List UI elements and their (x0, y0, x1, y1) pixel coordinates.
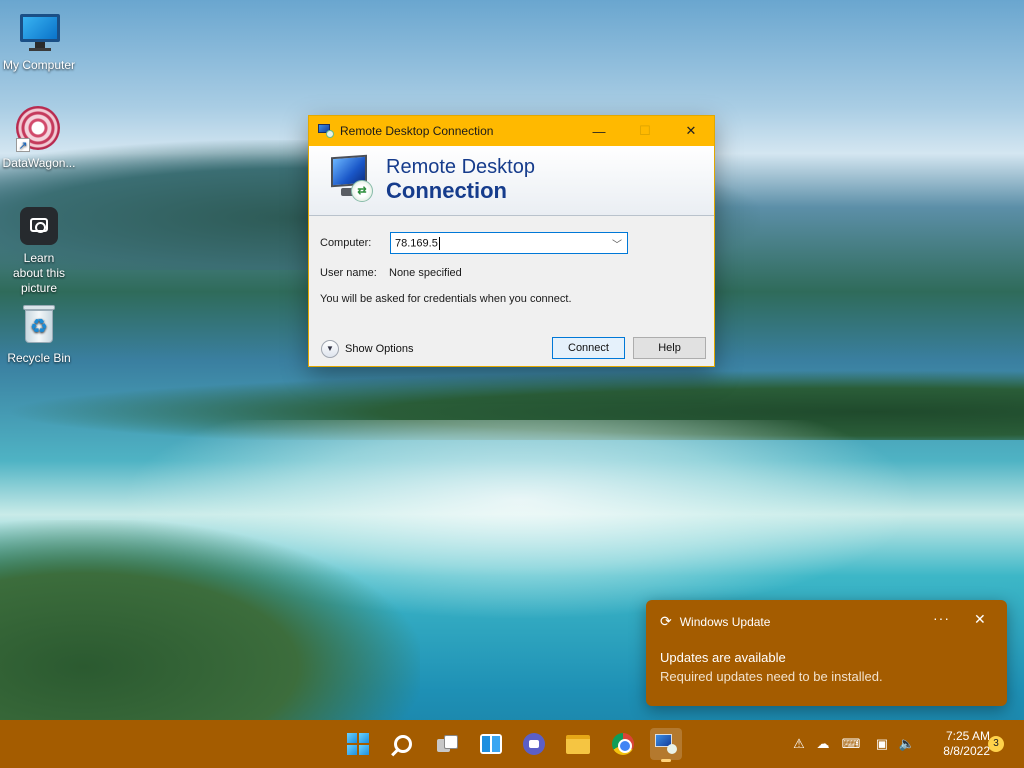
show-options-label: Show Options (345, 343, 414, 355)
remote-desktop-taskbar-button[interactable] (650, 728, 682, 762)
maximize-button: ☐ (622, 116, 668, 146)
clock-time: 7:25 AM (945, 729, 990, 743)
defender-warning-icon[interactable]: ⚠ (789, 734, 809, 754)
notification-close-icon[interactable]: ✕ (974, 611, 986, 628)
network-icon[interactable]: ▣ (872, 734, 892, 754)
file-explorer-button[interactable] (562, 728, 594, 760)
connect-button[interactable]: Connect (552, 337, 625, 359)
close-button[interactable]: ✕ (668, 116, 714, 146)
window-titlebar[interactable]: Remote Desktop Connection — ☐ ✕ (309, 116, 714, 146)
desktop-icon-label: Learn about this picture (12, 251, 66, 295)
shortcut-arrow-icon: ↗ (16, 138, 30, 152)
task-view-icon (437, 735, 459, 753)
window-banner: ⇄ Remote Desktop Connection (309, 146, 714, 216)
remote-desktop-app-icon (318, 124, 334, 138)
more-options-icon[interactable]: ··· (933, 610, 950, 626)
minimize-icon: — (592, 123, 606, 139)
task-view-button[interactable] (432, 728, 464, 760)
banner-title-line2: Connection (386, 178, 507, 203)
connection-form: Computer: 78.169.5 ﹀ User name: None spe… (309, 216, 714, 366)
chevron-down-icon[interactable]: ﹀ (607, 236, 627, 251)
remote-desktop-icon (655, 734, 677, 754)
desktop-icon-datawagon[interactable]: ↗ DataWagon... (1, 106, 77, 170)
computer-input[interactable]: 78.169.5 (391, 236, 607, 250)
desktop-icon-learn-about-picture[interactable]: Learn about this picture (1, 207, 77, 296)
monitor-icon (17, 10, 61, 54)
notification-heading: Updates are available (660, 650, 786, 665)
minimize-button[interactable]: — (576, 116, 622, 146)
close-icon: ✕ (685, 123, 697, 138)
expand-chevron-icon: ▼ (321, 340, 339, 358)
search-icon (394, 735, 412, 753)
chrome-icon (612, 733, 634, 755)
widgets-icon (480, 734, 502, 754)
wallpaper-forest (0, 520, 420, 730)
keyboard-icon[interactable]: ⌨ (841, 734, 861, 754)
datawagon-icon: ↗ (16, 106, 62, 152)
update-sync-icon: ⟳ (660, 613, 672, 629)
maximize-icon: ☐ (639, 123, 651, 138)
camera-icon (17, 207, 61, 247)
search-button[interactable] (387, 728, 419, 760)
desktop-icon-recycle-bin[interactable]: ♻ Recycle Bin (1, 303, 77, 365)
help-button[interactable]: Help (633, 337, 706, 359)
computer-value: 78.169.5 (395, 236, 438, 249)
banner-title-line1: Remote Desktop (386, 156, 535, 178)
file-explorer-icon (566, 734, 590, 754)
notification-header: ⟳ Windows Update (660, 613, 770, 630)
recycle-bin-icon: ♻ (17, 303, 61, 347)
clock-date: 8/8/2022 (943, 744, 990, 758)
taskbar: ⚠ ☁ ⌨ ▣ 🔈 7:25 AM 8/8/2022 3 (0, 720, 1024, 768)
notification-message: Required updates need to be installed. (660, 669, 883, 684)
notification-count-badge[interactable]: 3 (988, 736, 1004, 752)
text-cursor (438, 236, 440, 250)
window-title: Remote Desktop Connection (340, 124, 494, 138)
computer-combobox[interactable]: 78.169.5 ﹀ (390, 232, 628, 254)
volume-icon[interactable]: 🔈 (897, 734, 917, 754)
desktop-icon-label: My Computer (2, 58, 76, 72)
desktop-icon-my-computer[interactable]: My Computer (1, 10, 77, 72)
desktop-icon-label: Recycle Bin (7, 351, 71, 365)
system-clock[interactable]: 7:25 AM 8/8/2022 (924, 729, 990, 759)
show-options-button[interactable]: ▼ Show Options (321, 340, 413, 358)
notification-app-name: Windows Update (679, 614, 771, 629)
chat-button[interactable] (518, 728, 550, 760)
credentials-note: You will be asked for credentials when y… (320, 293, 572, 305)
teams-chat-icon (523, 733, 545, 755)
onedrive-offline-icon[interactable]: ☁ (813, 734, 833, 754)
widgets-button[interactable] (475, 728, 507, 760)
username-value: None specified (389, 267, 462, 279)
desktop-icon-label: DataWagon... (2, 156, 76, 170)
start-icon (347, 733, 369, 755)
start-button[interactable] (342, 728, 374, 760)
chrome-button[interactable] (607, 728, 639, 760)
remote-desktop-logo-icon: ⇄ (327, 154, 377, 204)
remote-desktop-window: Remote Desktop Connection — ☐ ✕ ⇄ Remote… (308, 115, 715, 367)
windows-update-notification[interactable]: ⟳ Windows Update ··· ✕ Updates are avail… (646, 600, 1007, 706)
username-label: User name: (320, 267, 377, 279)
computer-label: Computer: (320, 237, 372, 249)
